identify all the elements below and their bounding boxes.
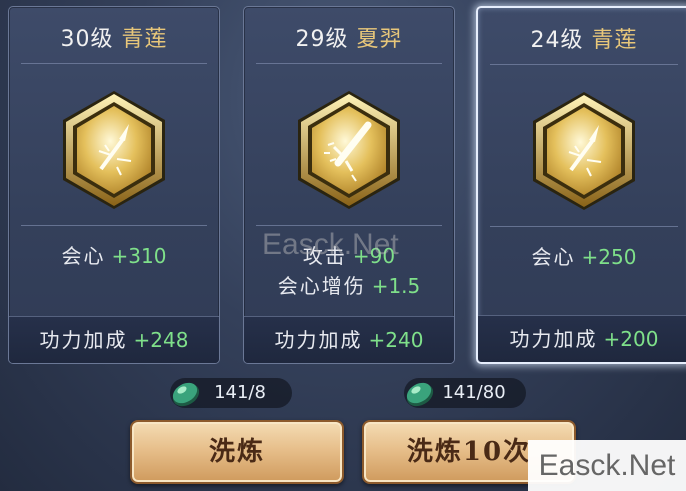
- refine-button[interactable]: 洗炼: [130, 420, 344, 484]
- power-bonus: 功力加成 +200: [478, 315, 686, 362]
- card-name: 青莲: [591, 28, 638, 53]
- refine-cost: 141/8: [170, 378, 292, 408]
- card-level: 24级: [530, 28, 584, 53]
- card-level: 29级: [295, 27, 349, 52]
- stat-label: 会心: [61, 244, 106, 268]
- bonus-value: +248: [133, 328, 189, 352]
- card-title: 29级 夏羿: [244, 21, 454, 57]
- card-name: 夏羿: [356, 27, 403, 52]
- cost-text: 141/80: [442, 382, 506, 403]
- bonus-label: 功力加成: [39, 328, 128, 352]
- sword-emblem-icon: [298, 91, 400, 209]
- divider: [256, 225, 442, 226]
- card-title: 30级 青莲: [9, 21, 219, 57]
- stat-row: 会心 +310: [9, 241, 219, 271]
- card-2[interactable]: 29级 夏羿 攻击 +90 会心增伤 +1.5 功力加成 +240: [243, 6, 455, 364]
- card-level: 30级: [60, 27, 114, 52]
- stat-value: +1.5: [371, 274, 421, 298]
- bonus-label: 功力加成: [509, 327, 598, 351]
- stat-label: 会心: [531, 245, 576, 269]
- divider: [21, 225, 207, 226]
- stat-row: 会心 +250: [478, 242, 686, 272]
- stat-list: 会心 +310: [9, 241, 219, 271]
- bonus-value: +240: [368, 328, 424, 352]
- arrow-emblem-icon: [533, 92, 635, 210]
- refine10-cost: 141/80: [404, 378, 526, 408]
- stat-label: 会心增伤: [277, 274, 366, 298]
- divider: [490, 226, 678, 227]
- stat-value: +310: [111, 244, 167, 268]
- divider: [490, 64, 678, 65]
- watermark-corner: Easck.Net: [528, 440, 686, 491]
- stat-value: +250: [581, 245, 637, 269]
- power-bonus: 功力加成 +248: [9, 316, 219, 363]
- power-bonus: 功力加成 +240: [244, 316, 454, 363]
- divider: [256, 63, 442, 64]
- watermark-center: Easck.Net: [262, 228, 399, 261]
- card-title: 24级 青莲: [478, 22, 686, 58]
- bonus-value: +200: [603, 327, 659, 351]
- stat-row: 会心增伤 +1.5: [244, 271, 454, 301]
- bonus-label: 功力加成: [274, 328, 363, 352]
- arrow-emblem-icon: [63, 91, 165, 209]
- divider: [21, 63, 207, 64]
- stat-list: 会心 +250: [478, 242, 686, 272]
- card-1[interactable]: 30级 青莲 会心 +310 功力加成 +248: [8, 6, 220, 364]
- card-3[interactable]: 24级 青莲 会心 +250 功力加成 +200: [476, 6, 686, 364]
- cost-text: 141/8: [214, 382, 266, 403]
- card-name: 青莲: [121, 27, 168, 52]
